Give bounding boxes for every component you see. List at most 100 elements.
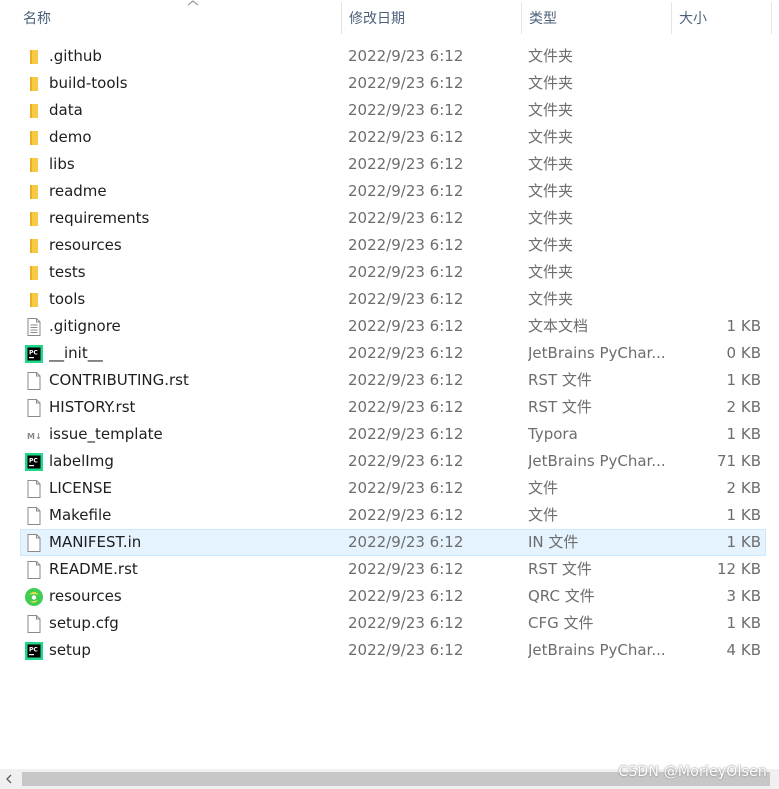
file-name: libs bbox=[49, 155, 75, 173]
file-modified-date: 2022/9/23 6:12 bbox=[348, 317, 464, 335]
column-name[interactable]: 名称 bbox=[16, 0, 342, 36]
file-row[interactable]: CONTRIBUTING.rst 2022/9/23 6:12 RST 文件 1 KB bbox=[0, 367, 779, 394]
file-size bbox=[672, 124, 761, 151]
file-type: 文件 bbox=[528, 506, 559, 524]
folder-icon bbox=[24, 263, 44, 283]
folder-icon bbox=[24, 47, 44, 67]
file-type: QRC 文件 bbox=[528, 587, 595, 605]
blank-file-icon bbox=[24, 614, 44, 634]
file-size: 1 KB bbox=[726, 614, 761, 632]
column-size[interactable]: 大小 bbox=[672, 0, 772, 36]
file-type: CFG 文件 bbox=[528, 614, 594, 632]
file-modified-date: 2022/9/23 6:12 bbox=[348, 587, 464, 605]
file-row[interactable]: requirements 2022/9/23 6:12 文件夹 bbox=[0, 205, 779, 232]
file-name: resources bbox=[49, 236, 122, 254]
file-modified-date: 2022/9/23 6:12 bbox=[348, 641, 464, 659]
file-explorer-view: 名称 修改日期 类型 大小 .github 2022/9/23 6:12 文件夹 bu… bbox=[0, 0, 779, 789]
file-type: 文件夹 bbox=[528, 128, 574, 146]
blank-file-icon bbox=[24, 398, 44, 418]
scroll-left-arrow-icon[interactable] bbox=[4, 774, 14, 784]
file-row[interactable]: demo 2022/9/23 6:12 文件夹 bbox=[0, 124, 779, 151]
file-row[interactable]: Makefile 2022/9/23 6:12 文件 1 KB bbox=[0, 502, 779, 529]
blank-file-icon bbox=[24, 560, 44, 580]
column-date[interactable]: 修改日期 bbox=[342, 0, 522, 36]
file-size bbox=[672, 232, 761, 259]
file-name: __init__ bbox=[49, 344, 103, 362]
markdown-icon: M↓ bbox=[24, 425, 44, 445]
watermark: CSDN @MorleyOlsen bbox=[618, 764, 767, 780]
file-size bbox=[672, 70, 761, 97]
file-row[interactable]: readme 2022/9/23 6:12 文件夹 bbox=[0, 178, 779, 205]
file-row[interactable]: tools 2022/9/23 6:12 文件夹 bbox=[0, 286, 779, 313]
blank-file-icon bbox=[24, 533, 44, 553]
file-row[interactable]: PC setup 2022/9/23 6:12 JetBrains PyChar...… bbox=[0, 637, 779, 664]
folder-icon bbox=[24, 236, 44, 256]
file-name: issue_template bbox=[49, 425, 163, 443]
folder-icon bbox=[24, 128, 44, 148]
file-size bbox=[672, 259, 761, 286]
file-type: 文件 bbox=[528, 479, 559, 497]
file-type: JetBrains PyChar... bbox=[528, 641, 666, 659]
file-name: build-tools bbox=[49, 74, 128, 92]
file-size: 1 KB bbox=[726, 506, 761, 524]
folder-icon bbox=[24, 101, 44, 121]
file-modified-date: 2022/9/23 6:12 bbox=[348, 371, 464, 389]
file-size: 1 KB bbox=[726, 317, 761, 335]
file-name: demo bbox=[49, 128, 92, 146]
file-row[interactable]: tests 2022/9/23 6:12 文件夹 bbox=[0, 259, 779, 286]
file-list: .github 2022/9/23 6:12 文件夹 build-tools 2022/… bbox=[0, 43, 779, 664]
qrc-icon bbox=[24, 587, 44, 607]
file-row[interactable]: .gitignore 2022/9/23 6:12 文本文档 1 KB bbox=[0, 313, 779, 340]
file-row[interactable]: build-tools 2022/9/23 6:12 文件夹 bbox=[0, 70, 779, 97]
file-row[interactable]: data 2022/9/23 6:12 文件夹 bbox=[0, 97, 779, 124]
file-type: RST 文件 bbox=[528, 371, 592, 389]
file-name: .github bbox=[49, 47, 102, 65]
file-row[interactable]: .github 2022/9/23 6:12 文件夹 bbox=[0, 43, 779, 70]
file-row[interactable]: LICENSE 2022/9/23 6:12 文件 2 KB bbox=[0, 475, 779, 502]
column-type[interactable]: 类型 bbox=[522, 0, 672, 36]
file-modified-date: 2022/9/23 6:12 bbox=[348, 74, 464, 92]
file-modified-date: 2022/9/23 6:12 bbox=[348, 236, 464, 254]
file-row[interactable]: setup.cfg 2022/9/23 6:12 CFG 文件 1 KB bbox=[0, 610, 779, 637]
file-type: 文件夹 bbox=[528, 74, 574, 92]
file-type: 文件夹 bbox=[528, 155, 574, 173]
file-size: 3 KB bbox=[726, 587, 761, 605]
file-size bbox=[672, 205, 761, 232]
file-name: readme bbox=[49, 182, 107, 200]
file-name: resources bbox=[49, 587, 122, 605]
file-modified-date: 2022/9/23 6:12 bbox=[348, 128, 464, 146]
file-size: 2 KB bbox=[726, 479, 761, 497]
column-name-label: 名称 bbox=[23, 11, 51, 27]
file-row[interactable]: MANIFEST.in 2022/9/23 6:12 IN 文件 1 KB bbox=[0, 529, 779, 556]
folder-icon bbox=[24, 290, 44, 310]
file-size: 1 KB bbox=[726, 425, 761, 443]
file-size bbox=[672, 151, 761, 178]
file-modified-date: 2022/9/23 6:12 bbox=[348, 209, 464, 227]
file-size: 2 KB bbox=[726, 398, 761, 416]
file-size: 71 KB bbox=[717, 452, 761, 470]
file-row[interactable]: M↓ issue_template 2022/9/23 6:12 Typora 1 KB bbox=[0, 421, 779, 448]
file-row[interactable]: resources 2022/9/23 6:12 QRC 文件 3 KB bbox=[0, 583, 779, 610]
file-row[interactable]: HISTORY.rst 2022/9/23 6:12 RST 文件 2 KB bbox=[0, 394, 779, 421]
file-modified-date: 2022/9/23 6:12 bbox=[348, 101, 464, 119]
file-row[interactable]: resources 2022/9/23 6:12 文件夹 bbox=[0, 232, 779, 259]
file-name: CONTRIBUTING.rst bbox=[49, 371, 189, 389]
file-name: data bbox=[49, 101, 83, 119]
file-name: setup.cfg bbox=[49, 614, 119, 632]
file-row[interactable]: libs 2022/9/23 6:12 文件夹 bbox=[0, 151, 779, 178]
pycharm-icon: PC bbox=[24, 344, 44, 364]
file-modified-date: 2022/9/23 6:12 bbox=[348, 533, 464, 551]
file-row[interactable]: README.rst 2022/9/23 6:12 RST 文件 12 KB bbox=[0, 556, 779, 583]
file-name: setup bbox=[49, 641, 91, 659]
file-row[interactable]: PC labelImg 2022/9/23 6:12 JetBrains PyChar… bbox=[0, 448, 779, 475]
folder-icon bbox=[24, 182, 44, 202]
file-type: JetBrains PyChar... bbox=[528, 344, 666, 362]
file-modified-date: 2022/9/23 6:12 bbox=[348, 290, 464, 308]
column-size-label: 大小 bbox=[679, 11, 707, 27]
pycharm-icon: PC bbox=[24, 641, 44, 661]
svg-text:PC: PC bbox=[29, 458, 38, 465]
file-modified-date: 2022/9/23 6:12 bbox=[348, 182, 464, 200]
file-name: labelImg bbox=[49, 452, 114, 470]
file-row[interactable]: PC __init__ 2022/9/23 6:12 JetBrains PyChar… bbox=[0, 340, 779, 367]
file-size: 4 KB bbox=[726, 641, 761, 659]
